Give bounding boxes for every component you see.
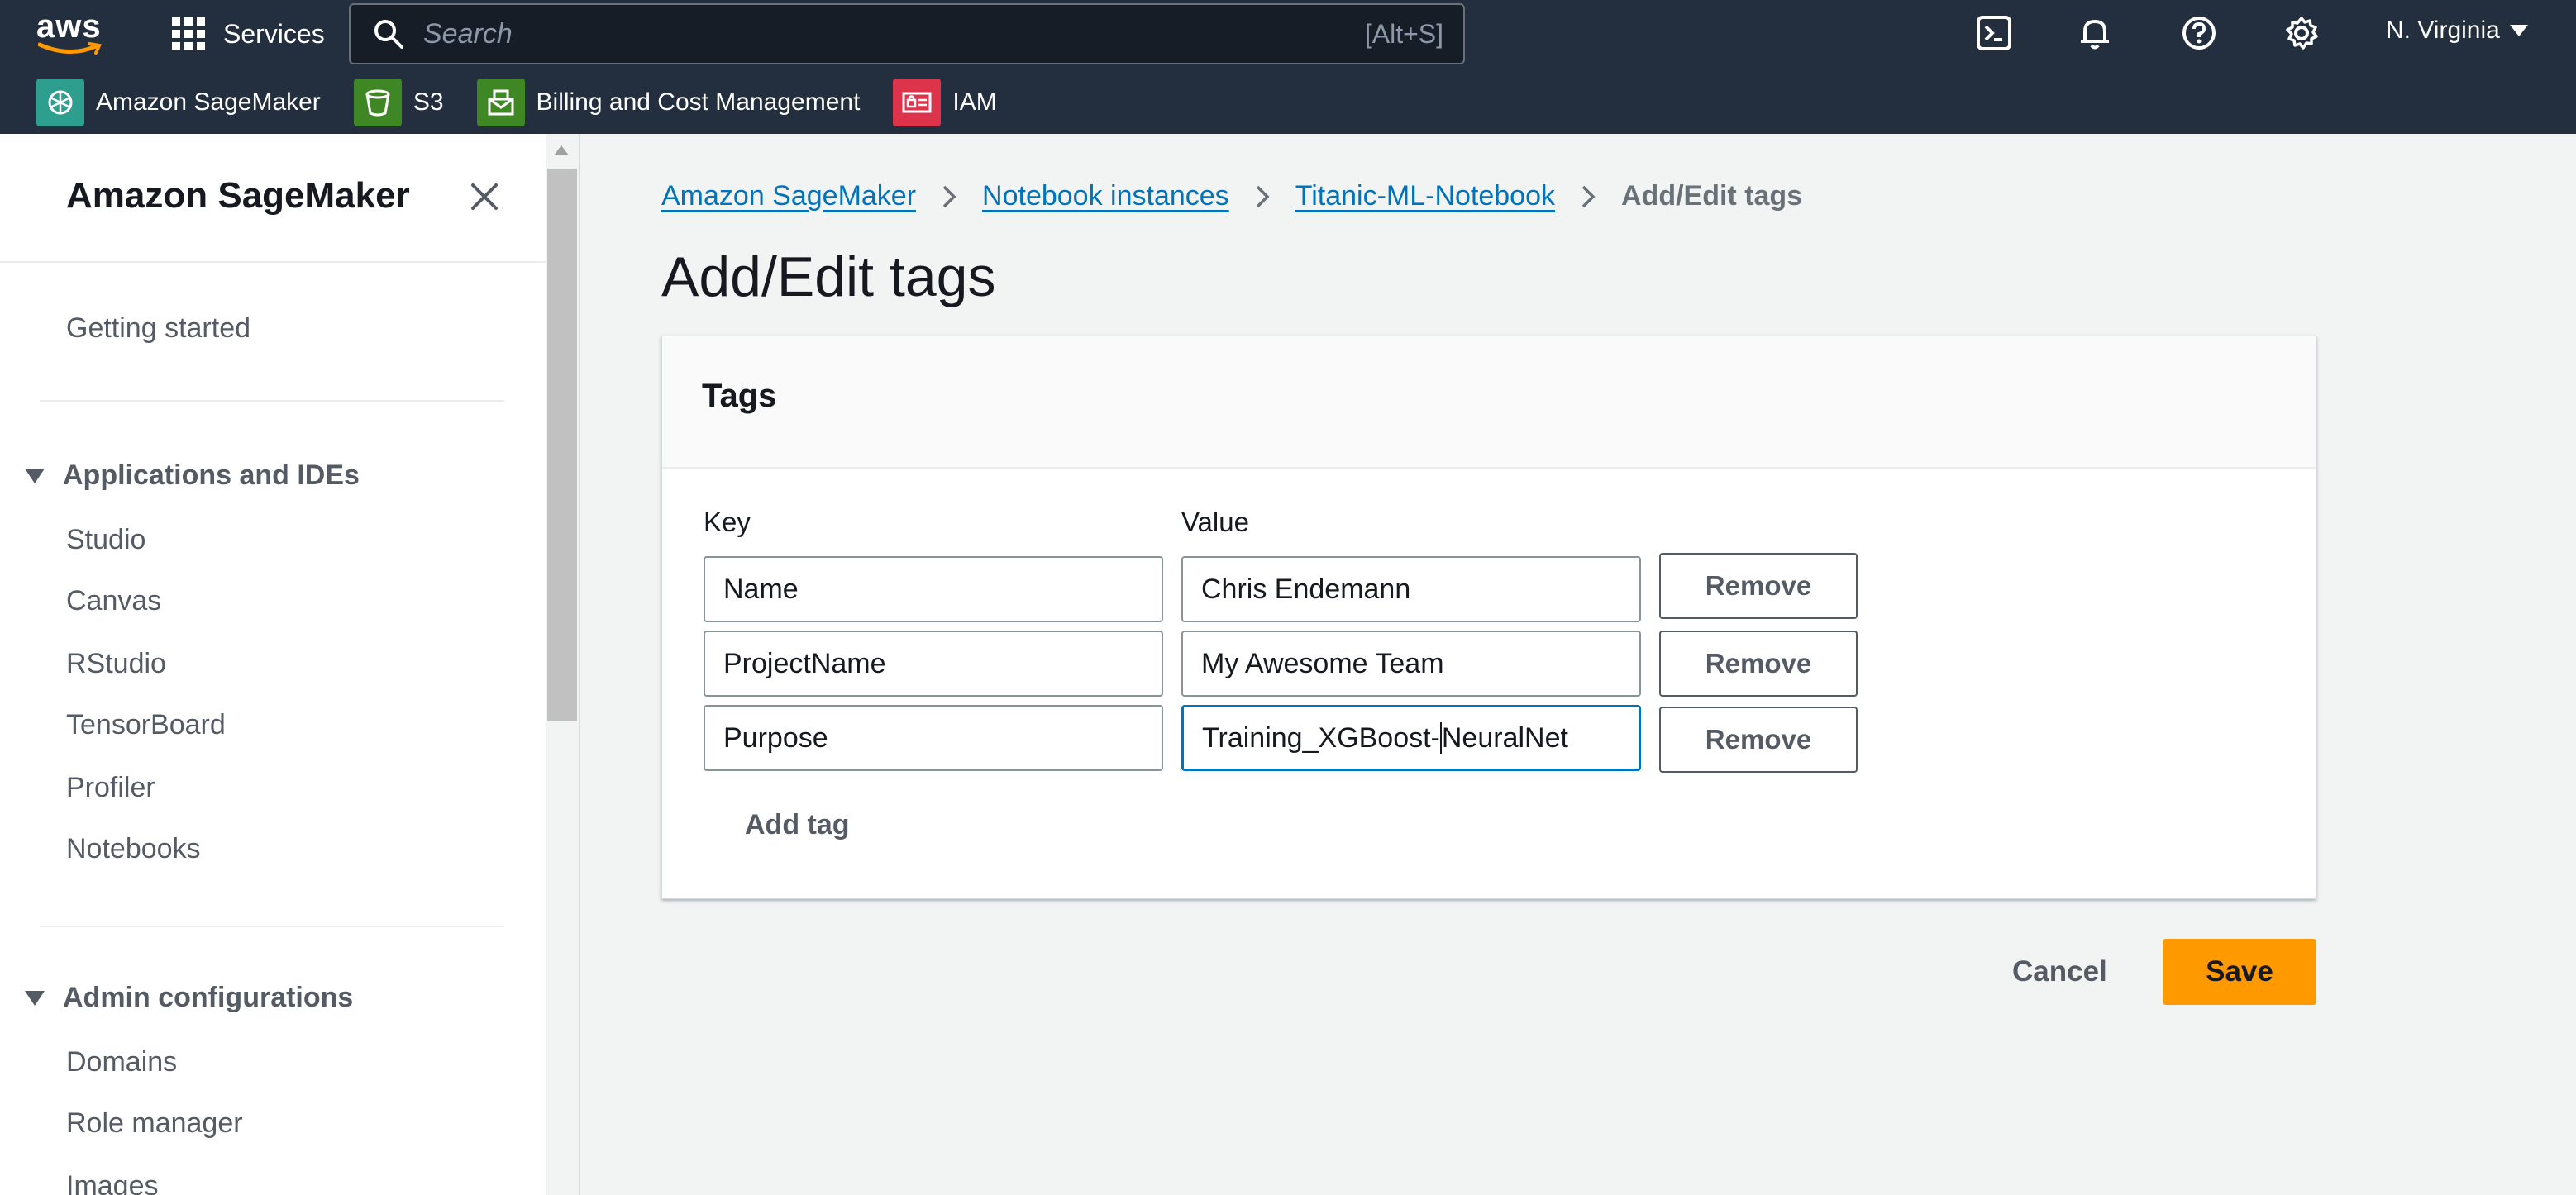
sagemaker-icon (36, 79, 84, 126)
page-title: Add/Edit tags (661, 245, 996, 308)
services-label: Services (223, 18, 325, 49)
caret-down-icon (25, 990, 45, 1006)
sidebar-item-images[interactable]: Images (66, 1170, 159, 1195)
cloudshell-icon[interactable] (1974, 13, 2014, 53)
divider (40, 926, 504, 927)
scrollbar-thumb[interactable] (547, 169, 577, 721)
tag-key-input[interactable]: Purpose (704, 705, 1163, 771)
tag-value-input[interactable]: Chris Endemann (1181, 556, 1641, 622)
chevron-right-icon (941, 184, 957, 209)
panel-header: Tags (662, 336, 2316, 469)
favorite-s3[interactable]: S3 (353, 79, 444, 126)
s3-bucket-icon (353, 79, 402, 126)
side-navigation: Amazon SageMaker Getting started Applica… (0, 134, 546, 1195)
breadcrumb-sagemaker[interactable]: Amazon SageMaker (661, 180, 916, 212)
sidebar-item-tensorboard[interactable]: TensorBoard (66, 709, 226, 741)
gear-icon[interactable] (2282, 13, 2321, 53)
favorites-bar: Amazon SageMaker S3 Billing and Cost Man… (0, 73, 2576, 132)
sidebar-item-domains[interactable]: Domains (66, 1046, 177, 1078)
sidebar-item-notebooks[interactable]: Notebooks (66, 833, 201, 865)
remove-tag-button[interactable]: Remove (1659, 631, 1858, 697)
caret-down-icon (25, 468, 45, 483)
cancel-button[interactable]: Cancel (2012, 955, 2107, 988)
breadcrumb-notebook[interactable]: Titanic-ML-Notebook (1295, 180, 1555, 212)
region-selector[interactable]: N. Virginia (2386, 17, 2528, 45)
section-title: Admin configurations (63, 982, 354, 1013)
sidebar-item-role-manager[interactable]: Role manager (66, 1107, 243, 1140)
caret-down-icon (2509, 25, 2528, 36)
breadcrumb-notebook-instances[interactable]: Notebook instances (982, 180, 1229, 212)
remove-tag-button[interactable]: Remove (1659, 707, 1858, 773)
tag-key-input[interactable]: ProjectName (704, 631, 1163, 697)
region-label: N. Virginia (2386, 17, 2500, 44)
tag-value-input[interactable]: My Awesome Team (1181, 631, 1641, 697)
top-navigation: aws Services Search [Alt+S] N. Virginia … (0, 0, 2576, 134)
aws-logo[interactable]: aws (36, 8, 103, 58)
tag-value-input-focused[interactable]: Training_XGBoost- NeuralNet (1181, 705, 1641, 771)
value-text-after-cursor: NeuralNet (1441, 721, 1568, 754)
search-placeholder: Search (423, 17, 513, 50)
add-tag-button[interactable]: Add tag (745, 809, 850, 841)
sidebar-title[interactable]: Amazon SageMaker (66, 175, 410, 217)
favorite-billing[interactable]: Billing and Cost Management (476, 79, 861, 126)
help-icon[interactable] (2179, 13, 2219, 53)
breadcrumb: Amazon SageMaker Notebook instances Tita… (661, 180, 1802, 212)
bell-icon[interactable] (2075, 13, 2115, 53)
divider (0, 261, 546, 263)
global-header: aws Services Search [Alt+S] N. Virginia (0, 0, 2576, 68)
section-title: Applications and IDEs (63, 459, 360, 491)
aws-smile-icon (38, 42, 102, 55)
remove-tag-button[interactable]: Remove (1659, 553, 1858, 619)
chevron-right-icon (1580, 184, 1596, 209)
favorite-label: IAM (952, 88, 997, 116)
search-icon (374, 20, 403, 49)
favorite-label: Amazon SageMaker (96, 88, 321, 116)
chevron-right-icon (1254, 184, 1271, 209)
sidebar-item-getting-started[interactable]: Getting started (66, 312, 250, 345)
grid-menu-icon (172, 17, 205, 50)
sidebar-section-admin[interactable]: Admin configurations (25, 982, 353, 1014)
search-input[interactable]: Search [Alt+S] (349, 3, 1465, 64)
scroll-up-arrow-icon[interactable] (554, 145, 569, 155)
breadcrumb-current: Add/Edit tags (1621, 180, 1803, 212)
divider (40, 400, 504, 402)
tags-panel: Tags Key Value Name Chris Endemann Remov… (661, 336, 2316, 899)
save-button[interactable]: Save (2163, 939, 2316, 1005)
sidebar-item-profiler[interactable]: Profiler (66, 772, 155, 804)
key-column-label: Key (704, 507, 751, 537)
services-menu-button[interactable]: Services (172, 15, 325, 53)
favorite-label: Billing and Cost Management (536, 88, 861, 116)
sidebar-item-rstudio[interactable]: RStudio (66, 648, 166, 680)
iam-icon (893, 79, 942, 126)
sidebar-section-applications[interactable]: Applications and IDEs (25, 459, 360, 492)
value-text-before-cursor: Training_XGBoost- (1202, 721, 1440, 754)
billing-icon (476, 79, 525, 126)
sidebar-item-canvas[interactable]: Canvas (66, 585, 161, 617)
value-column-label: Value (1181, 507, 1249, 537)
search-shortcut: [Alt+S] (1364, 18, 1443, 49)
favorite-sagemaker[interactable]: Amazon SageMaker (36, 79, 321, 126)
tag-key-input[interactable]: Name (704, 556, 1163, 622)
favorite-iam[interactable]: IAM (893, 79, 997, 126)
favorite-label: S3 (413, 88, 444, 116)
panel-title: Tags (702, 378, 777, 414)
sidebar-item-studio[interactable]: Studio (66, 524, 145, 556)
close-icon[interactable] (465, 177, 504, 217)
